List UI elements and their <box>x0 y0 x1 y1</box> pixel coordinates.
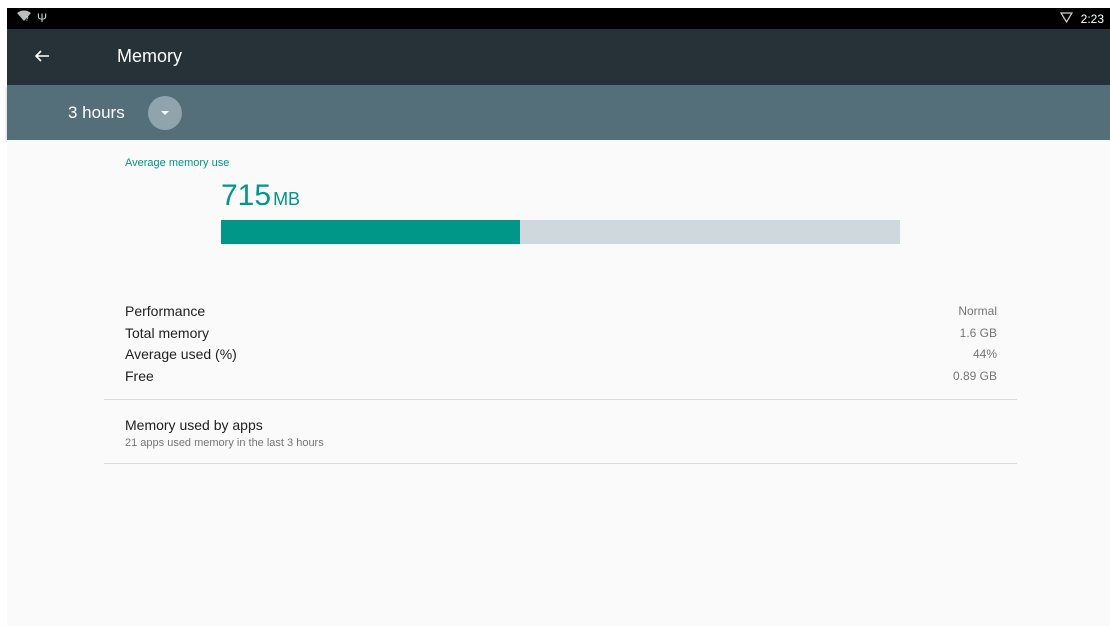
stat-value: 44% <box>972 347 997 361</box>
stat-value: 0.89 GB <box>952 368 997 383</box>
status-left-icons: ? Ψ <box>17 10 47 25</box>
stat-value: 1.6 GB <box>959 325 997 340</box>
chevron-down-icon <box>161 111 169 115</box>
memory-used-by-apps-item[interactable]: Memory used by apps 21 apps used memory … <box>104 400 1017 462</box>
stat-label: Total memory <box>125 324 210 341</box>
memory-usage-fill <box>221 220 520 244</box>
signal-icon <box>1059 11 1073 26</box>
status-bar: ? Ψ 2:23 <box>7 8 1110 29</box>
average-memory-number: 715 <box>221 179 272 212</box>
average-memory-value: 715 MB <box>221 179 300 213</box>
stat-row-performance: Performance Normal <box>125 303 997 325</box>
stat-row-average-used: Average used (%) 44% <box>125 346 997 368</box>
average-memory-label: Average memory use <box>125 157 230 169</box>
page-title: Memory <box>117 46 183 66</box>
stat-label: Performance <box>125 303 206 319</box>
range-selector-value[interactable]: 3 hours <box>68 103 125 123</box>
memory-stats: Performance Normal Total memory 1.6 GB A… <box>125 303 997 389</box>
usb-icon: Ψ <box>37 10 48 25</box>
range-dropdown-button[interactable] <box>148 96 182 130</box>
app-bar: Memory <box>7 29 1110 85</box>
average-memory-unit: MB <box>273 189 301 209</box>
apps-item-title: Memory used by apps <box>125 417 263 433</box>
clock: 2:23 <box>1080 11 1104 26</box>
svg-text:?: ? <box>26 16 29 22</box>
apps-item-subtitle: 21 apps used memory in the last 3 hours <box>125 437 324 449</box>
stat-row-free: Free 0.89 GB <box>125 368 997 390</box>
stat-row-total-memory: Total memory 1.6 GB <box>125 325 997 347</box>
stat-label: Average used (%) <box>125 346 237 362</box>
arrow-back-icon[interactable] <box>29 43 55 69</box>
stat-label: Free <box>125 367 154 384</box>
wifi-question-icon: ? <box>17 10 31 25</box>
memory-usage-bar <box>221 220 900 244</box>
stat-value: Normal <box>958 304 997 318</box>
status-right: 2:23 <box>1059 11 1104 26</box>
memory-content: Average memory use 715 MB Performance Nor… <box>7 140 1110 626</box>
range-bar: 3 hours <box>7 85 1110 140</box>
divider <box>104 463 1017 464</box>
